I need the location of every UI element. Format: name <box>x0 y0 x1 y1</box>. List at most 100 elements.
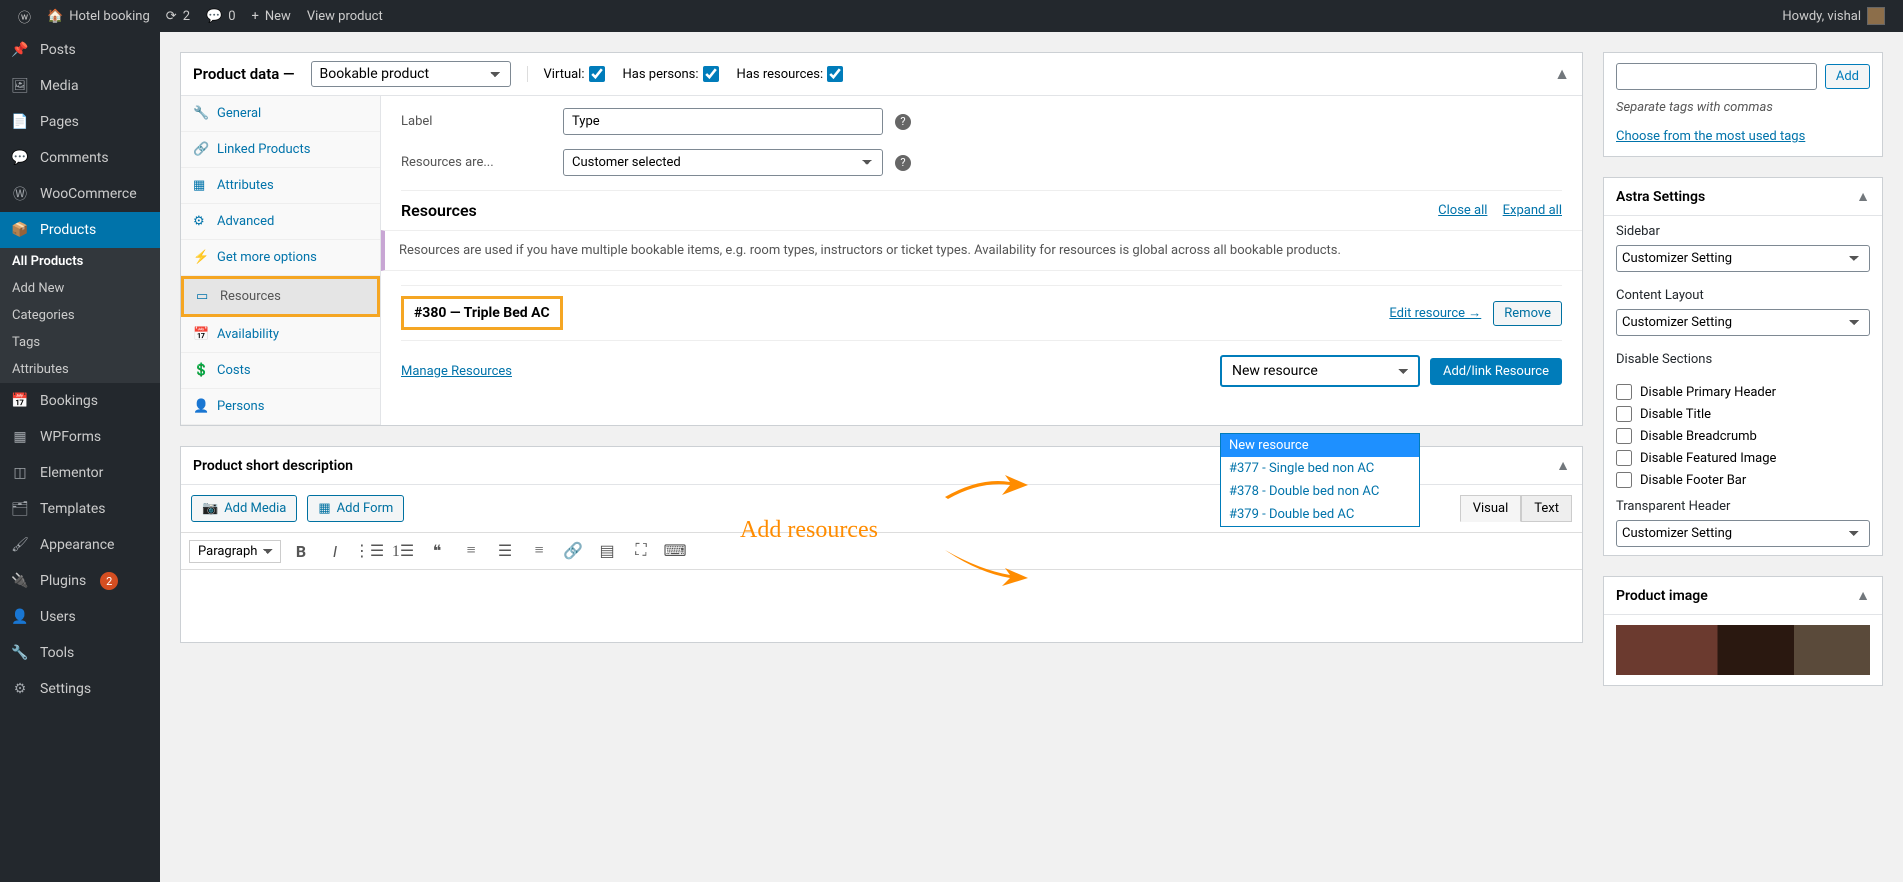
collapse-toggle[interactable]: ▲ <box>1856 188 1870 205</box>
pd-tab-persons[interactable]: 👤Persons <box>181 389 380 425</box>
checkbox[interactable] <box>1616 428 1632 444</box>
collapse-toggle[interactable]: ▲ <box>1856 587 1870 604</box>
sidebar-item-plugins[interactable]: 🔌Plugins2 <box>0 563 160 599</box>
sidebar-item-tools[interactable]: 🔧Tools <box>0 635 160 671</box>
sidebar-item-settings[interactable]: ⚙Settings <box>0 671 160 707</box>
help-icon[interactable]: ? <box>895 155 911 171</box>
collapse-toggle[interactable]: ▲ <box>1554 64 1570 84</box>
italic-button[interactable]: I <box>321 537 349 565</box>
sidebar-item-products[interactable]: 📦Products <box>0 212 160 248</box>
resources-are-select[interactable]: Customer selected <box>563 149 883 176</box>
fullscreen-button[interactable]: ⛶ <box>627 537 655 565</box>
pd-tab-advanced[interactable]: ⚙Advanced <box>181 204 380 240</box>
astra-check-disable-primary-header[interactable]: Disable Primary Header <box>1604 381 1882 403</box>
sidebar-item-appearance[interactable]: 🖌Appearance <box>0 527 160 563</box>
choose-tags-link[interactable]: Choose from the most used tags <box>1616 129 1805 144</box>
view-product-link[interactable]: View product <box>299 0 391 32</box>
expand-all-link[interactable]: Expand all <box>1503 203 1562 218</box>
sidebar-item-bookings[interactable]: 📅Bookings <box>0 383 160 419</box>
comments-link[interactable]: 💬0 <box>198 0 244 32</box>
submenu-item-tags[interactable]: Tags <box>0 329 160 356</box>
number-list-button[interactable]: 1☰ <box>389 537 417 565</box>
submenu-item-attributes[interactable]: Attributes <box>0 356 160 383</box>
product-type-select[interactable]: Bookable product <box>311 61 511 87</box>
submenu-item-add-new[interactable]: Add New <box>0 275 160 302</box>
product-data-tabs: 🔧General🔗Linked Products▦Attributes⚙Adva… <box>181 96 381 425</box>
pd-tab-resources[interactable]: ▭Resources <box>181 276 380 317</box>
visual-tab[interactable]: Visual <box>1460 495 1522 522</box>
manage-resources-link[interactable]: Manage Resources <box>401 364 512 379</box>
has-persons-label[interactable]: Has persons: <box>623 66 719 82</box>
my-account[interactable]: Howdy, vishal <box>1774 0 1893 32</box>
sidebar-item-posts[interactable]: 📌Posts <box>0 32 160 68</box>
pd-tab-linked-products[interactable]: 🔗Linked Products <box>181 132 380 168</box>
pd-tab-costs[interactable]: 💲Costs <box>181 353 380 389</box>
astra-check-disable-featured-image[interactable]: Disable Featured Image <box>1604 447 1882 469</box>
sidebar-item-users[interactable]: 👤Users <box>0 599 160 635</box>
product-image-thumbnail[interactable] <box>1616 625 1870 675</box>
quote-button[interactable]: ❝ <box>423 537 451 565</box>
format-select[interactable]: Paragraph <box>189 540 281 563</box>
virtual-checkbox[interactable] <box>589 66 605 82</box>
dropdown-option[interactable]: #377 - Single bed non AC <box>1221 457 1419 480</box>
bullet-list-button[interactable]: ⋮☰ <box>355 537 383 565</box>
sidebar-item-elementor[interactable]: ◫Elementor <box>0 455 160 491</box>
astra-sidebar-select[interactable]: Customizer Setting <box>1616 245 1870 272</box>
pd-tab-attributes[interactable]: ▦Attributes <box>181 168 380 204</box>
dropdown-option[interactable]: #378 - Double bed non AC <box>1221 480 1419 503</box>
add-form-button[interactable]: ▦Add Form <box>307 495 404 522</box>
has-resources-label[interactable]: Has resources: <box>737 66 844 82</box>
resource-item: #380 — Triple Bed AC Edit resource → Rem… <box>401 285 1562 341</box>
transparent-header-select[interactable]: Customizer Setting <box>1616 520 1870 547</box>
sidebar-item-pages[interactable]: 📄Pages <box>0 104 160 140</box>
astra-check-disable-title[interactable]: Disable Title <box>1604 403 1882 425</box>
sidebar-item-comments[interactable]: 💬Comments <box>0 140 160 176</box>
site-name-link[interactable]: 🏠Hotel booking <box>39 0 158 32</box>
align-center-button[interactable]: ☰ <box>491 537 519 565</box>
dropdown-option[interactable]: New resource <box>1221 434 1419 457</box>
bold-button[interactable]: B <box>287 537 315 565</box>
submenu-item-all-products[interactable]: All Products <box>0 248 160 275</box>
help-icon[interactable]: ? <box>895 114 911 130</box>
has-resources-checkbox[interactable] <box>827 66 843 82</box>
editor-content[interactable] <box>181 570 1582 642</box>
pd-tab-get-more-options[interactable]: ⚡Get more options <box>181 240 380 276</box>
dropdown-option[interactable]: #379 - Double bed AC <box>1221 503 1419 526</box>
astra-check-disable-footer-bar[interactable]: Disable Footer Bar <box>1604 469 1882 491</box>
remove-resource-button[interactable]: Remove <box>1493 301 1562 326</box>
toolbar-toggle-button[interactable]: ⌨ <box>661 537 689 565</box>
insert-more-button[interactable]: ▤ <box>593 537 621 565</box>
add-media-button[interactable]: 📷Add Media <box>191 495 297 522</box>
astra-content-layout-select[interactable]: Customizer Setting <box>1616 309 1870 336</box>
wp-logo[interactable]: ⓦ <box>10 0 39 32</box>
updates-link[interactable]: ⟳2 <box>158 0 198 32</box>
link-button[interactable]: 🔗 <box>559 537 587 565</box>
new-resource-select[interactable]: New resource <box>1220 355 1420 387</box>
checkbox[interactable] <box>1616 384 1632 400</box>
wordpress-icon: ⓦ <box>18 7 31 26</box>
add-link-resource-button[interactable]: Add/link Resource <box>1430 358 1562 385</box>
new-content-link[interactable]: +New <box>244 0 299 32</box>
collapse-toggle[interactable]: ▲ <box>1556 457 1570 474</box>
align-left-button[interactable]: ≡ <box>457 537 485 565</box>
label-input[interactable] <box>563 108 883 135</box>
sidebar-item-wpforms[interactable]: ▦WPForms <box>0 419 160 455</box>
pd-tab-general[interactable]: 🔧General <box>181 96 380 132</box>
sidebar-item-media[interactable]: 🖼Media <box>0 68 160 104</box>
add-tag-button[interactable]: Add <box>1825 64 1870 89</box>
tag-input[interactable] <box>1616 63 1817 90</box>
has-persons-checkbox[interactable] <box>703 66 719 82</box>
checkbox[interactable] <box>1616 472 1632 488</box>
pd-tab-availability[interactable]: 📅Availability <box>181 317 380 353</box>
virtual-checkbox-label[interactable]: Virtual: <box>544 66 605 82</box>
checkbox[interactable] <box>1616 450 1632 466</box>
sidebar-item-templates[interactable]: 🗂Templates <box>0 491 160 527</box>
astra-check-disable-breadcrumb[interactable]: Disable Breadcrumb <box>1604 425 1882 447</box>
align-right-button[interactable]: ≡ <box>525 537 553 565</box>
edit-resource-link[interactable]: Edit resource → <box>1389 305 1481 321</box>
text-tab[interactable]: Text <box>1521 495 1572 522</box>
sidebar-item-woocommerce[interactable]: ⓌWooCommerce <box>0 176 160 212</box>
submenu-item-categories[interactable]: Categories <box>0 302 160 329</box>
checkbox[interactable] <box>1616 406 1632 422</box>
close-all-link[interactable]: Close all <box>1438 203 1487 218</box>
